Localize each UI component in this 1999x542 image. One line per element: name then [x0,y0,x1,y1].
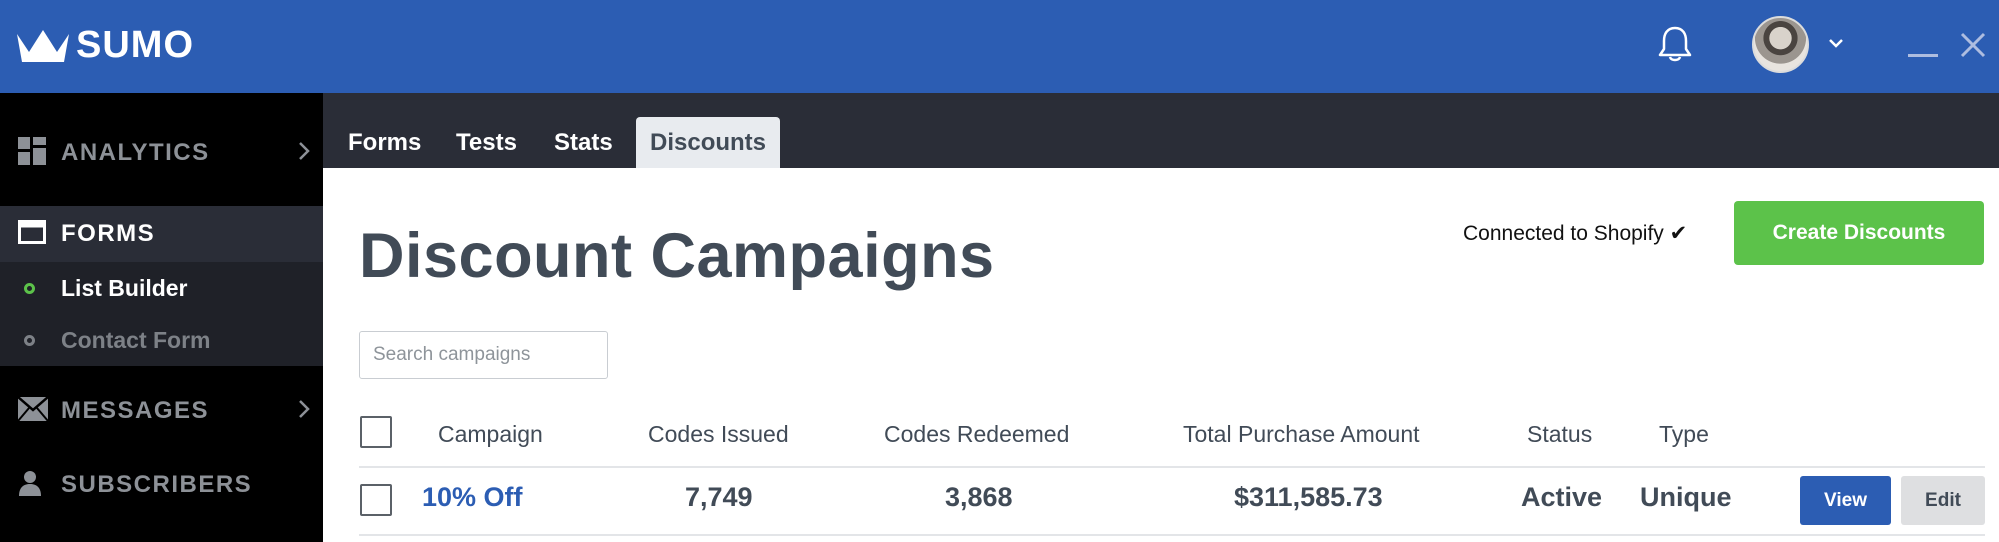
bell-icon[interactable] [1656,24,1694,69]
forms-submenu: List Builder Contact Form [0,262,323,366]
row-checkbox[interactable] [360,484,392,516]
dashboard-icon [18,136,46,170]
column-header-status[interactable]: Status [1527,421,1592,448]
minimize-icon[interactable] [1908,54,1938,57]
total-purchase-amount-value: $311,585.73 [1234,482,1383,512]
codes-redeemed-value: 3,868 [945,482,1013,512]
edit-button[interactable]: Edit [1901,476,1985,525]
sidebar-subitem-label: List Builder [61,275,188,301]
sidebar-item-subscribers[interactable]: SUBSCRIBERS [0,465,323,505]
sidebar-item-label: SUBSCRIBERS [61,471,253,498]
tab-stats[interactable]: Stats [554,117,613,168]
chevron-down-icon[interactable] [1828,36,1844,54]
select-all-checkbox[interactable] [360,416,392,448]
tab-discounts[interactable]: Discounts [636,117,781,168]
tab-tests[interactable]: Tests [456,117,517,168]
avatar[interactable] [1752,16,1809,73]
column-header-codes-issued[interactable]: Codes Issued [648,421,789,448]
crown-logo-icon [14,26,72,66]
chevron-right-icon [298,141,310,166]
status-dot-icon [24,335,35,346]
column-header-total-purchase-amount[interactable]: Total Purchase Amount [1183,421,1420,448]
chevron-right-icon [298,399,310,424]
tab-bar: Forms Tests Stats Discounts [323,93,1999,168]
column-header-type[interactable]: Type [1659,421,1709,448]
close-icon[interactable] [1958,30,1988,65]
table-divider [359,466,1985,468]
sidebar-item-analytics[interactable]: ANALYTICS [0,133,323,173]
campaign-link[interactable]: 10% Off [422,482,523,513]
type-value: Unique [1640,482,1732,512]
sidebar-item-forms[interactable]: FORMS [0,206,323,262]
app-logo[interactable]: SUMO [14,24,194,67]
sidebar-item-messages[interactable]: MESSAGES [0,391,323,431]
main-content: Discount Campaigns Connected to Shopify … [323,168,1999,542]
column-header-campaign[interactable]: Campaign [438,421,543,448]
sidebar: ANALYTICS FORMS List Builder Contact For… [0,93,323,542]
column-header-codes-redeemed[interactable]: Codes Redeemed [884,421,1069,448]
create-discounts-button[interactable]: Create Discounts [1734,201,1984,265]
shopify-connection-status: Connected to Shopify ✔ [1463,222,1688,245]
sidebar-subitem-list-builder[interactable]: List Builder [0,262,323,314]
page-title: Discount Campaigns [359,221,995,291]
sidebar-subitem-contact-form[interactable]: Contact Form [0,314,323,366]
sidebar-item-label: FORMS [61,220,156,247]
sidebar-subitem-label: Contact Form [61,327,211,353]
sidebar-item-label: MESSAGES [61,397,210,424]
sidebar-item-label: ANALYTICS [61,139,210,166]
search-input[interactable] [359,331,608,379]
status-value: Active [1521,482,1603,512]
app-name: SUMO [76,24,194,66]
top-bar: SUMO [0,0,1999,93]
tab-forms[interactable]: Forms [348,117,421,168]
codes-issued-value: 7,749 [685,482,753,512]
status-dot-icon [24,283,35,294]
view-button[interactable]: View [1800,476,1891,525]
envelope-icon [17,395,49,426]
user-icon [18,470,42,501]
table-divider [359,534,1985,536]
window-icon [18,219,46,249]
